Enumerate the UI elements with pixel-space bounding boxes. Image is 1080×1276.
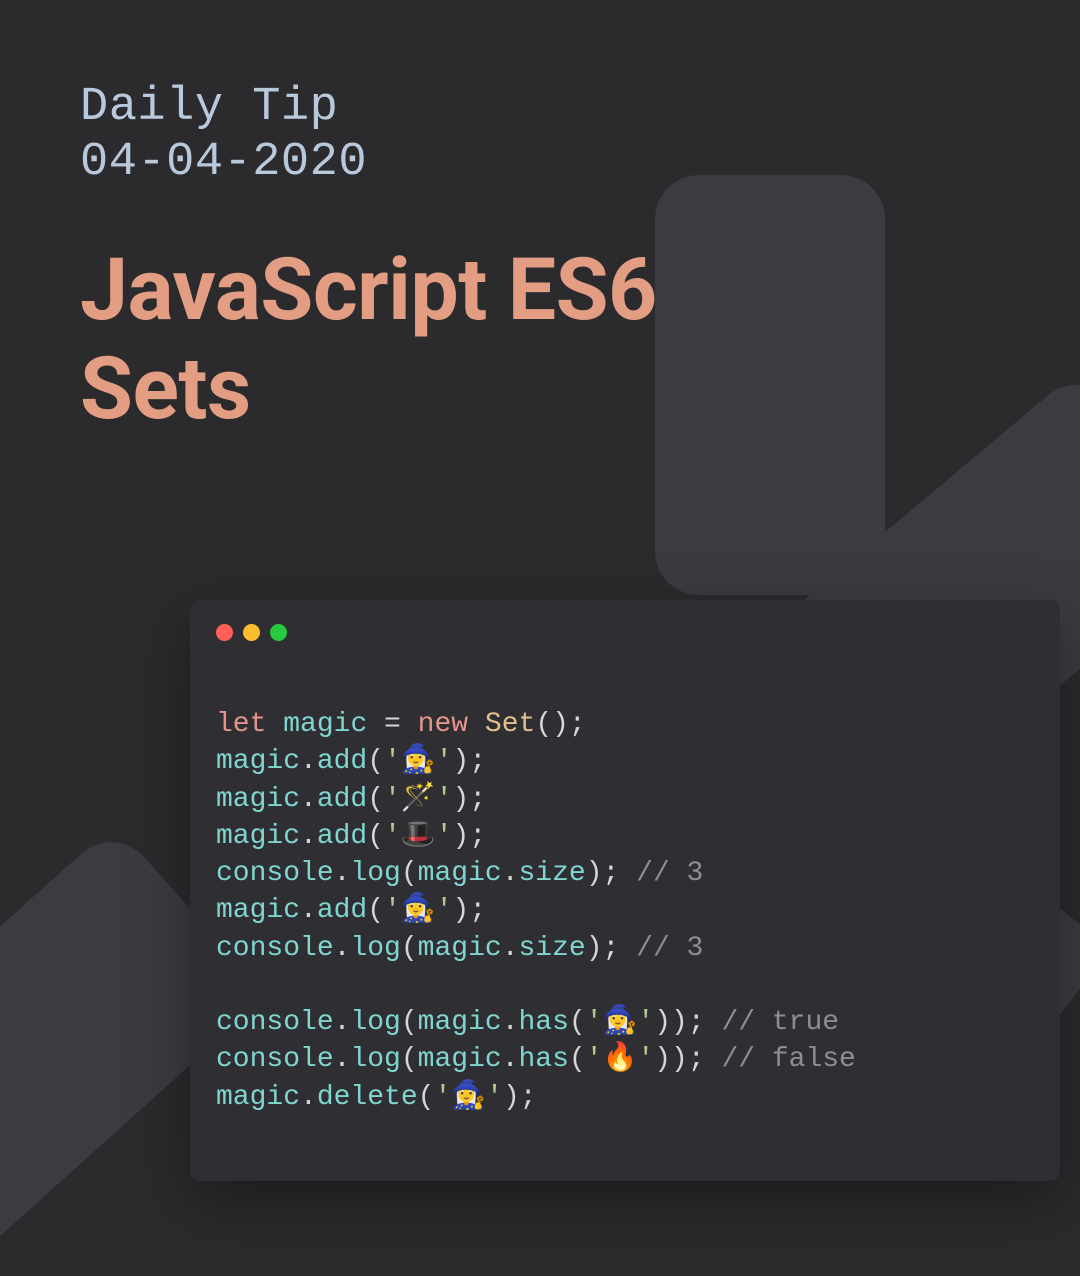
- eyebrow: Daily Tip 04-04-2020: [80, 80, 1000, 191]
- keyword-let: let: [216, 709, 266, 740]
- eyebrow-line1: Daily Tip: [80, 80, 1000, 135]
- headline-line2: Sets: [80, 340, 1000, 439]
- code-window: let magic = new Set(); magic.add('🧙‍♀️')…: [190, 600, 1060, 1181]
- comment: // 3: [636, 933, 703, 964]
- maximize-dot-icon: [270, 624, 287, 641]
- eyebrow-line2: 04-04-2020: [80, 135, 1000, 190]
- headline: JavaScript ES6 Sets: [80, 241, 1000, 439]
- comment: // 3: [636, 858, 703, 889]
- comment: // true: [721, 1007, 839, 1038]
- class-set: Set: [468, 709, 535, 740]
- ident-magic: magic: [283, 709, 367, 740]
- headline-line1: JavaScript ES6: [80, 241, 1000, 340]
- comment: // false: [721, 1044, 855, 1075]
- traffic-lights: [216, 624, 1034, 641]
- code-block: let magic = new Set(); magic.add('🧙‍♀️')…: [216, 669, 1034, 1153]
- minimize-dot-icon: [243, 624, 260, 641]
- close-dot-icon: [216, 624, 233, 641]
- keyword-new: new: [418, 709, 468, 740]
